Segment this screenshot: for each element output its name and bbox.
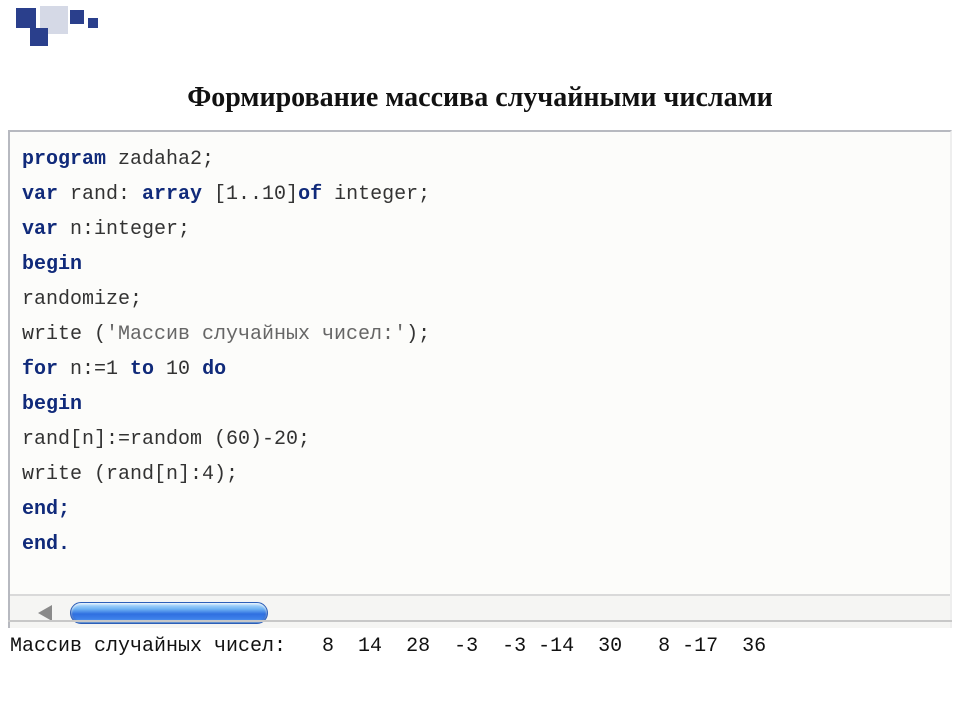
horizontal-scrollbar[interactable] bbox=[10, 594, 950, 628]
scroll-left-arrow-icon[interactable] bbox=[38, 605, 52, 621]
slide-title: Формирование массива случайными числами bbox=[0, 82, 960, 114]
code-editor-pane: program zadaha2; var rand: array [1..10]… bbox=[8, 130, 952, 628]
header-accent bbox=[0, 0, 960, 48]
divider bbox=[8, 620, 952, 622]
code-content: program zadaha2; var rand: array [1..10]… bbox=[10, 132, 950, 594]
program-output: Массив случайных чисел: 8 14 28 -3 -3 -1… bbox=[10, 635, 766, 658]
